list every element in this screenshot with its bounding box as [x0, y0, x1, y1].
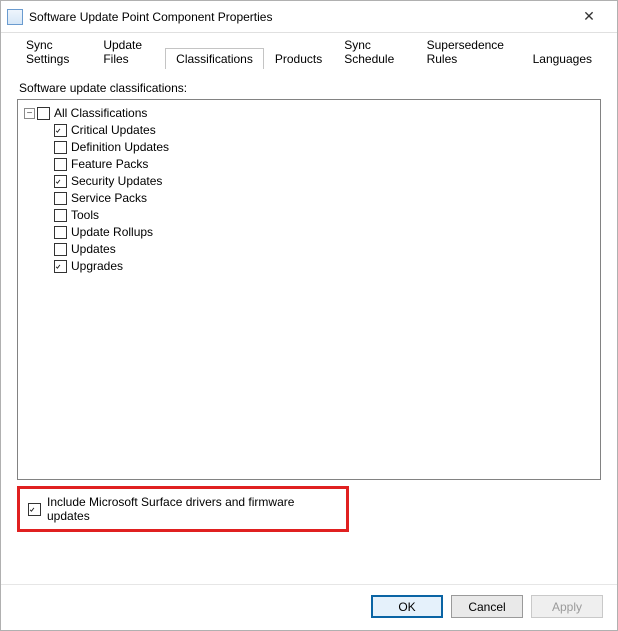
- tree-node[interactable]: Update Rollups: [54, 224, 594, 240]
- tree-node[interactable]: Feature Packs: [54, 156, 594, 172]
- apply-button: Apply: [531, 595, 603, 618]
- tree-node-all-classifications[interactable]: − All Classifications: [24, 105, 594, 121]
- highlight-include-surface: Include Microsoft Surface drivers and fi…: [17, 486, 349, 532]
- tab-panel-classifications: Software update classifications: − All C…: [15, 69, 603, 574]
- tree-label: Definition Updates: [71, 140, 169, 154]
- classifications-tree[interactable]: − All Classifications Critical Updates De…: [17, 99, 601, 480]
- window-title: Software Update Point Component Properti…: [29, 10, 569, 24]
- tab-strip: Sync Settings Update Files Classificatio…: [15, 47, 603, 69]
- checkbox[interactable]: [54, 226, 67, 239]
- title-bar: Software Update Point Component Properti…: [1, 1, 617, 33]
- checkbox-all-classifications[interactable]: [37, 107, 50, 120]
- dialog-window: Software Update Point Component Properti…: [0, 0, 618, 631]
- tab-sync-settings[interactable]: Sync Settings: [15, 34, 92, 69]
- tree-node[interactable]: Tools: [54, 207, 594, 223]
- tree-node[interactable]: Security Updates: [54, 173, 594, 189]
- tree-node[interactable]: Updates: [54, 241, 594, 257]
- checkbox[interactable]: [54, 260, 67, 273]
- tree-label: Tools: [71, 208, 99, 222]
- checkbox[interactable]: [54, 124, 67, 137]
- include-surface-label: Include Microsoft Surface drivers and fi…: [47, 495, 338, 523]
- checkbox[interactable]: [54, 209, 67, 222]
- checkbox-include-surface[interactable]: [28, 503, 41, 516]
- spacer: [17, 532, 601, 572]
- tree-label: Service Packs: [71, 191, 147, 205]
- tree-node[interactable]: Critical Updates: [54, 122, 594, 138]
- tree-label: Updates: [71, 242, 116, 256]
- tree-label: All Classifications: [54, 106, 147, 120]
- close-button[interactable]: ✕: [569, 8, 609, 25]
- tab-classifications[interactable]: Classifications: [165, 48, 264, 69]
- tree-node[interactable]: Definition Updates: [54, 139, 594, 155]
- app-icon: [7, 9, 23, 25]
- collapse-icon[interactable]: −: [24, 108, 35, 119]
- checkbox[interactable]: [54, 175, 67, 188]
- ok-button[interactable]: OK: [371, 595, 443, 618]
- tab-sync-schedule[interactable]: Sync Schedule: [333, 34, 415, 69]
- tab-supersedence-rules[interactable]: Supersedence Rules: [416, 34, 522, 69]
- section-label: Software update classifications:: [19, 81, 601, 95]
- tree-label: Update Rollups: [71, 225, 153, 239]
- tree-label: Feature Packs: [71, 157, 148, 171]
- tree-label: Critical Updates: [71, 123, 156, 137]
- tab-update-files[interactable]: Update Files: [92, 34, 165, 69]
- checkbox[interactable]: [54, 141, 67, 154]
- tab-products[interactable]: Products: [264, 48, 333, 69]
- checkbox[interactable]: [54, 192, 67, 205]
- tab-languages[interactable]: Languages: [522, 48, 603, 69]
- tree-node[interactable]: Upgrades: [54, 258, 594, 274]
- cancel-button[interactable]: Cancel: [451, 595, 523, 618]
- checkbox[interactable]: [54, 158, 67, 171]
- client-area: Sync Settings Update Files Classificatio…: [1, 33, 617, 584]
- tree-label: Security Updates: [71, 174, 162, 188]
- tree-node[interactable]: Service Packs: [54, 190, 594, 206]
- tree-label: Upgrades: [71, 259, 123, 273]
- checkbox[interactable]: [54, 243, 67, 256]
- dialog-button-row: OK Cancel Apply: [1, 584, 617, 630]
